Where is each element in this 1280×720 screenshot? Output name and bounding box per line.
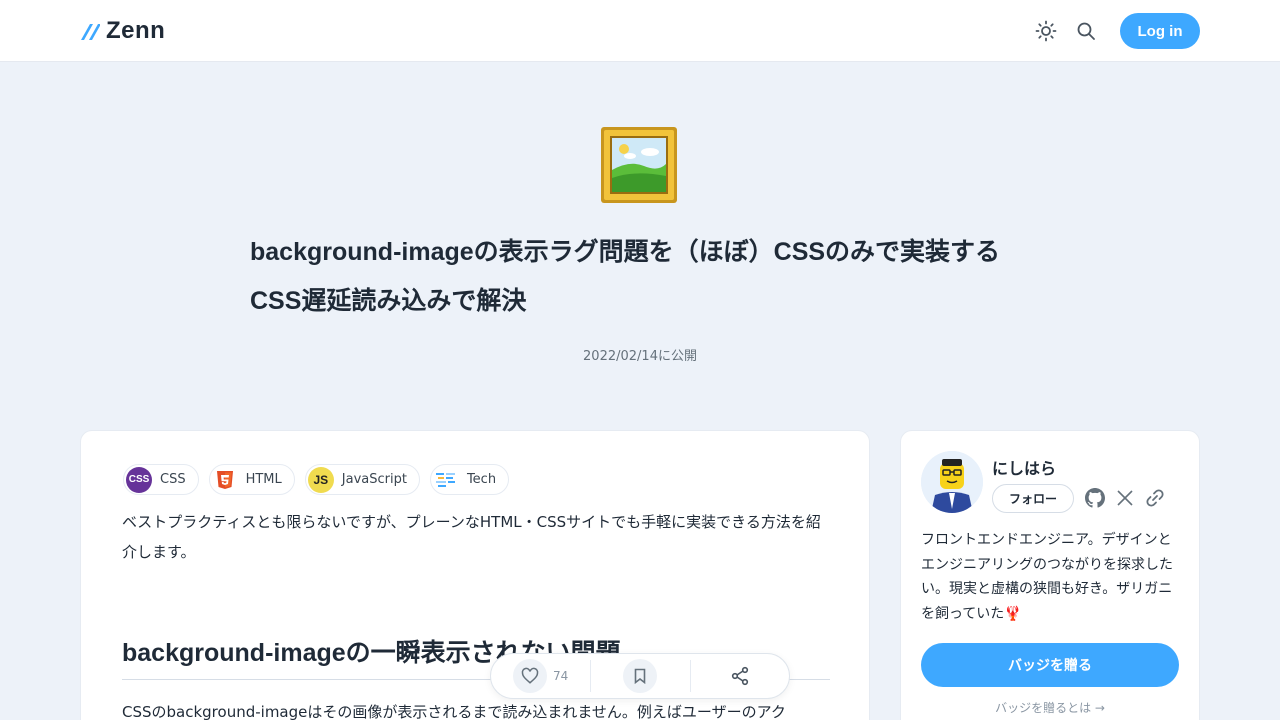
github-link[interactable] <box>1084 487 1106 509</box>
topic-label: JavaScript <box>341 472 407 487</box>
search-icon <box>1077 22 1095 40</box>
theme-toggle-icon <box>1035 20 1057 42</box>
topic-html[interactable]: HTML <box>208 464 295 495</box>
topic-tech[interactable]: Tech <box>429 464 510 495</box>
heart-icon <box>521 667 539 684</box>
send-badge-button[interactable]: バッジを贈る <box>921 643 1179 687</box>
author-card: にしはら フォロー フロントエンドエンジニア。デザインとエンジニアリングのつなが… <box>900 430 1200 720</box>
article-paragraph: CSSのbackground-imageはその画像が表示されるまで読み込まれませ… <box>122 703 786 720</box>
topic-list: CSS CSS HTML JS JavaScript Tech <box>123 464 510 495</box>
article-lead: ベストプラクティスとも限らないですが、プレーンなHTML・CSSサイトでも手軽に… <box>122 513 821 561</box>
tech-icon <box>432 466 459 493</box>
logo-text: Zenn <box>106 17 166 44</box>
share-button[interactable] <box>689 660 789 692</box>
like-button[interactable]: 74 <box>491 654 590 698</box>
article-title: background-imageの表示ラグ問題を（ほぼ）CSSのみで実装するCS… <box>250 238 1001 315</box>
css-icon: CSS <box>126 466 152 493</box>
zenn-logo[interactable]: Zenn <box>80 17 166 44</box>
follow-button[interactable]: フォロー <box>992 484 1074 513</box>
like-circle <box>513 659 548 693</box>
article-action-bar: 74 <box>490 653 790 699</box>
x-link[interactable] <box>1114 487 1136 509</box>
like-count: 74 <box>553 669 569 683</box>
search-button[interactable] <box>1073 18 1099 44</box>
topic-javascript[interactable]: JS JavaScript <box>304 464 420 495</box>
link-icon <box>1146 489 1164 507</box>
x-icon <box>1117 490 1133 506</box>
author-name[interactable]: にしはら <box>992 455 1056 479</box>
theme-toggle-button[interactable] <box>1033 18 1059 44</box>
github-icon <box>1085 488 1105 508</box>
bookmark-circle <box>623 659 658 693</box>
topic-label: Tech <box>466 472 497 487</box>
javascript-icon: JS <box>307 466 334 493</box>
topic-label: CSS <box>160 472 186 487</box>
topic-label: HTML <box>245 472 282 487</box>
site-header: Zenn Log in <box>0 0 1280 62</box>
author-bio: フロントエンドエンジニア。デザインとエンジニアリングのつながりを探求したい。現実… <box>921 532 1173 622</box>
share-icon <box>731 666 748 686</box>
topic-css[interactable]: CSS CSS <box>123 464 199 495</box>
avatar[interactable] <box>921 451 983 513</box>
author-avatar-icon <box>921 451 983 513</box>
framed-picture-icon <box>601 127 677 203</box>
bookmark-button[interactable] <box>590 659 689 693</box>
login-button[interactable]: Log in <box>1120 13 1200 49</box>
website-link[interactable] <box>1144 487 1166 509</box>
published-date: 2022/02/14に公開 <box>583 349 697 364</box>
bookmark-icon <box>635 668 646 684</box>
zenn-logo-icon <box>81 24 100 40</box>
badge-info-link[interactable]: バッジを贈るとは → <box>901 699 1199 716</box>
html5-icon <box>211 466 238 493</box>
